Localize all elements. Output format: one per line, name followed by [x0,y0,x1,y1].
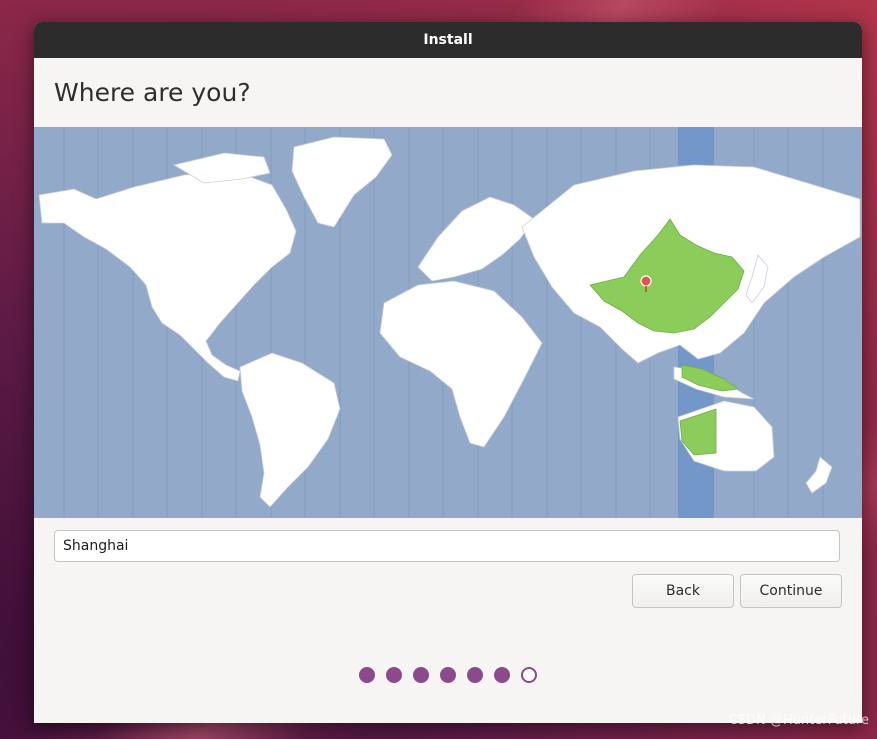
back-button[interactable]: Back [632,574,734,608]
progress-dot-current [521,667,537,683]
progress-dot-completed [359,667,375,683]
title-bar: Install [34,22,862,58]
watermark: CSDN @HunterFuture [728,713,869,728]
page-title: Where are you? [54,78,251,107]
window-title: Install [423,32,473,48]
progress-dot-completed [467,667,483,683]
continue-button[interactable]: Continue [740,574,842,608]
progress-dot-completed [413,667,429,683]
location-input[interactable] [54,530,840,562]
progress-indicator [359,667,537,683]
progress-dot-completed [440,667,456,683]
progress-dot-completed [386,667,402,683]
installer-window: Install Where are you? Shanghai Back Con… [34,22,862,723]
progress-dot-completed [494,667,510,683]
world-map[interactable] [34,127,862,518]
timezone-map[interactable] [34,127,862,518]
